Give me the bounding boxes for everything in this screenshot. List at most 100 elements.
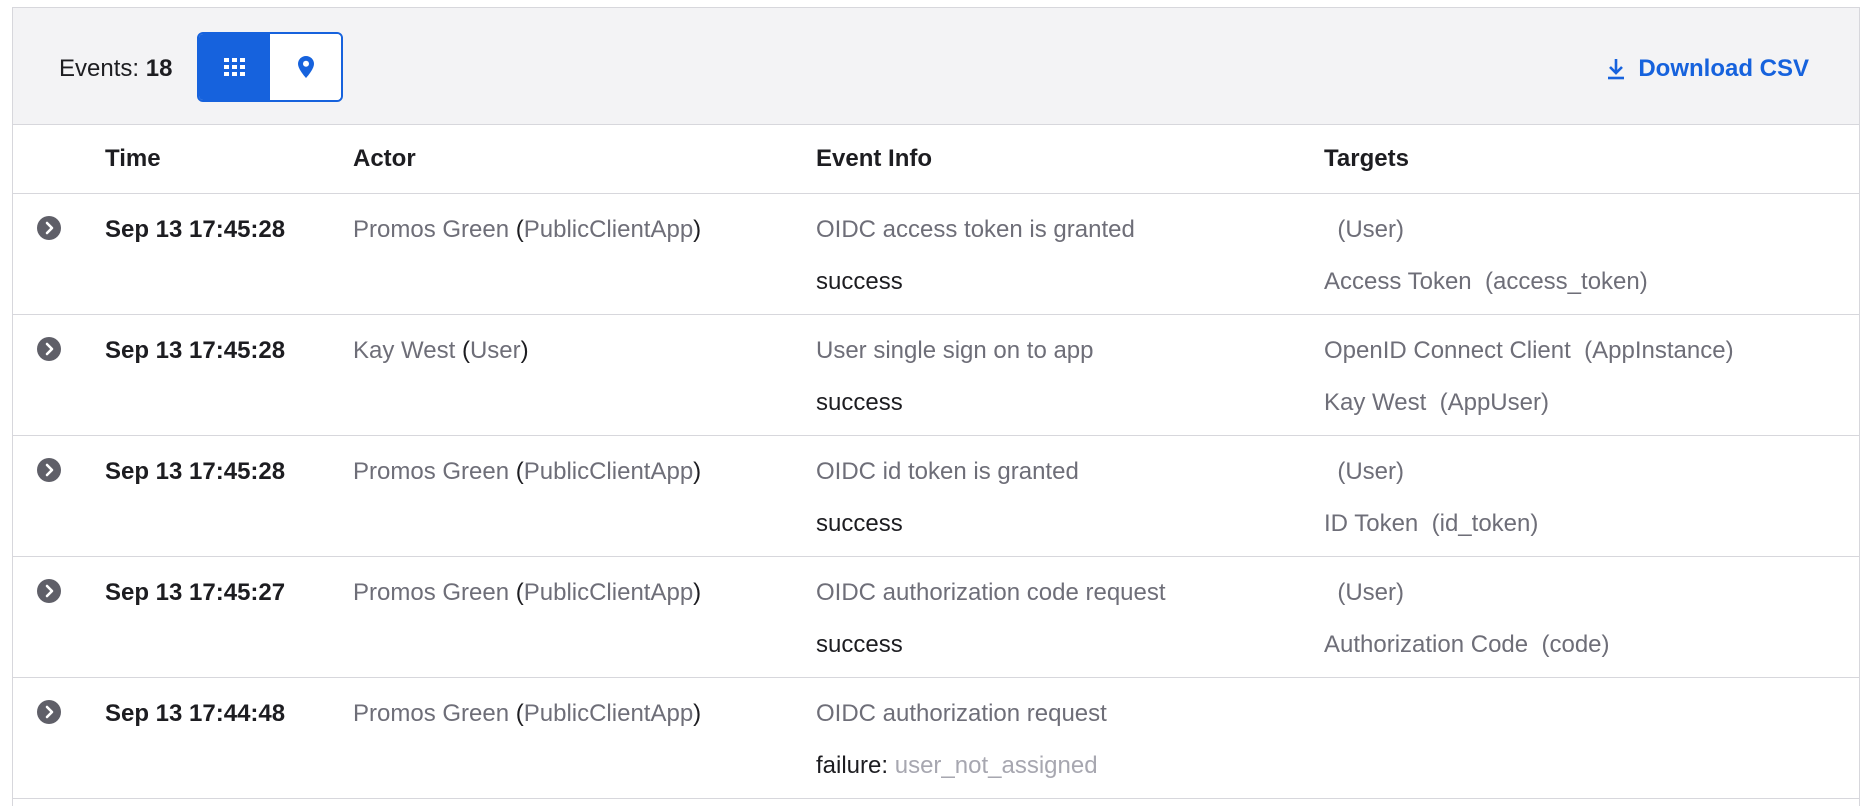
expand-cell: [13, 314, 105, 436]
event-status: success: [816, 509, 903, 537]
actor-type: PublicClientApp: [523, 457, 694, 485]
events-table: Time Actor Event Info Targets Sep 13 17:…: [13, 125, 1859, 799]
target-entry: (User): [1324, 204, 1859, 256]
event-info-cell: OIDC id token is granted success: [816, 435, 1324, 557]
grid-view-button[interactable]: [199, 34, 270, 100]
targets-cell: (User) Access Token (access_token): [1324, 193, 1859, 315]
expand-cell: [13, 677, 105, 799]
expand-row-icon[interactable]: [37, 457, 61, 482]
events-panel: Events: 18 Download CSV Time Actor Event…: [12, 7, 1860, 806]
event-info-column-header: Event Info: [816, 125, 1324, 194]
download-csv-label: Download CSV: [1638, 55, 1809, 82]
actor-name: Promos Green: [353, 457, 510, 485]
table-row[interactable]: Sep 13 17:45:28 Kay West (User) User singl…: [13, 314, 1859, 436]
actor-name: Promos Green: [353, 699, 510, 727]
event-time: Sep 13 17:45:28: [105, 457, 286, 485]
time-cell: Sep 13 17:45:28: [105, 314, 353, 436]
events-count: Events: 18: [59, 55, 172, 83]
actor-cell: Promos Green (PublicClientApp): [353, 556, 816, 678]
expand-row-icon[interactable]: [37, 215, 61, 240]
target-type: (access_token): [1484, 267, 1648, 295]
actor-type: PublicClientApp: [523, 578, 694, 606]
map-pin-icon: [297, 56, 314, 78]
actor-type: User: [469, 336, 521, 364]
target-name: Access Token: [1324, 267, 1472, 295]
target-entry: (User): [1324, 446, 1859, 498]
expand-row-icon[interactable]: [37, 336, 61, 361]
target-type: (User): [1337, 215, 1404, 243]
map-view-button[interactable]: [270, 34, 341, 100]
expand-row-icon[interactable]: [37, 578, 61, 603]
target-entry: (User): [1324, 567, 1859, 619]
time-cell: Sep 13 17:45:27: [105, 556, 353, 678]
table-row[interactable]: Sep 13 17:44:48 Promos Green (PublicClien…: [13, 677, 1859, 799]
event-status: success: [816, 630, 903, 658]
event-description: OIDC access token is granted: [816, 215, 1135, 243]
time-column-header: Time: [105, 125, 353, 194]
target-type: (AppInstance): [1584, 336, 1734, 364]
expand-row-icon[interactable]: [37, 699, 61, 724]
event-description: OIDC id token is granted: [816, 457, 1079, 485]
events-count-value: 18: [145, 55, 173, 82]
actor-type: PublicClientApp: [523, 699, 694, 727]
targets-column-header: Targets: [1324, 125, 1859, 194]
grid-icon: [223, 58, 245, 76]
target-name: Kay West: [1324, 388, 1427, 416]
expand-cell: [13, 435, 105, 557]
event-status: success: [816, 267, 903, 295]
actor-name: Promos Green: [353, 215, 510, 243]
time-cell: Sep 13 17:45:28: [105, 435, 353, 557]
target-type: (AppUser): [1439, 388, 1549, 416]
target-entry: Access Token (access_token): [1324, 256, 1859, 308]
download-icon: [1608, 59, 1625, 80]
targets-cell: (User) ID Token (id_token): [1324, 435, 1859, 557]
target-type: (id_token): [1431, 509, 1539, 537]
table-header-row: Time Actor Event Info Targets: [13, 125, 1859, 194]
target-entry: Authorization Code (code): [1324, 619, 1859, 671]
expand-cell: [13, 556, 105, 678]
target-type: (code): [1541, 630, 1610, 658]
event-time: Sep 13 17:45:27: [105, 578, 286, 606]
targets-cell: OpenID Connect Client (AppInstance) Kay W…: [1324, 314, 1859, 436]
target-name: Authorization Code: [1324, 630, 1529, 658]
actor-type: PublicClientApp: [523, 215, 694, 243]
target-entry: Kay West (AppUser): [1324, 377, 1859, 429]
table-row[interactable]: Sep 13 17:45:28 Promos Green (PublicClien…: [13, 193, 1859, 315]
event-reason: user_not_assigned: [894, 751, 1098, 779]
view-toggle: [197, 32, 343, 102]
actor-name: Promos Green: [353, 578, 510, 606]
time-cell: Sep 13 17:45:28: [105, 193, 353, 315]
actor-cell: Promos Green (PublicClientApp): [353, 677, 816, 799]
download-csv-button[interactable]: Download CSV: [1606, 55, 1809, 83]
event-info-cell: OIDC access token is granted success: [816, 193, 1324, 315]
event-info-cell: User single sign on to app success: [816, 314, 1324, 436]
time-cell: Sep 13 17:44:48: [105, 677, 353, 799]
target-entry: OpenID Connect Client (AppInstance): [1324, 325, 1859, 377]
table-row[interactable]: Sep 13 17:45:27 Promos Green (PublicClien…: [13, 556, 1859, 678]
target-type: (User): [1337, 457, 1404, 485]
event-status: success: [816, 388, 903, 416]
event-description: OIDC authorization code request: [816, 578, 1166, 606]
target-type: (User): [1337, 578, 1404, 606]
target-entry: ID Token (id_token): [1324, 498, 1859, 550]
event-time: Sep 13 17:44:48: [105, 699, 286, 727]
actor-cell: Kay West (User): [353, 314, 816, 436]
actor-cell: Promos Green (PublicClientApp): [353, 193, 816, 315]
table-row[interactable]: Sep 13 17:45:28 Promos Green (PublicClien…: [13, 435, 1859, 557]
actor-name: Kay West: [353, 336, 456, 364]
event-info-cell: OIDC authorization code request success: [816, 556, 1324, 678]
event-description: OIDC authorization request: [816, 699, 1107, 727]
expand-cell: [13, 193, 105, 315]
event-description: User single sign on to app: [816, 336, 1094, 364]
targets-cell: [1324, 677, 1859, 799]
event-status: failure: [816, 751, 882, 779]
event-info-cell: OIDC authorization request failure: user_…: [816, 677, 1324, 799]
targets-cell: (User) Authorization Code (code): [1324, 556, 1859, 678]
reason-separator: :: [881, 751, 895, 779]
events-count-label: Events:: [59, 55, 140, 82]
target-name: OpenID Connect Client: [1324, 336, 1571, 364]
actor-column-header: Actor: [353, 125, 816, 194]
actor-cell: Promos Green (PublicClientApp): [353, 435, 816, 557]
events-toolbar: Events: 18 Download CSV: [13, 8, 1859, 125]
event-time: Sep 13 17:45:28: [105, 336, 286, 364]
